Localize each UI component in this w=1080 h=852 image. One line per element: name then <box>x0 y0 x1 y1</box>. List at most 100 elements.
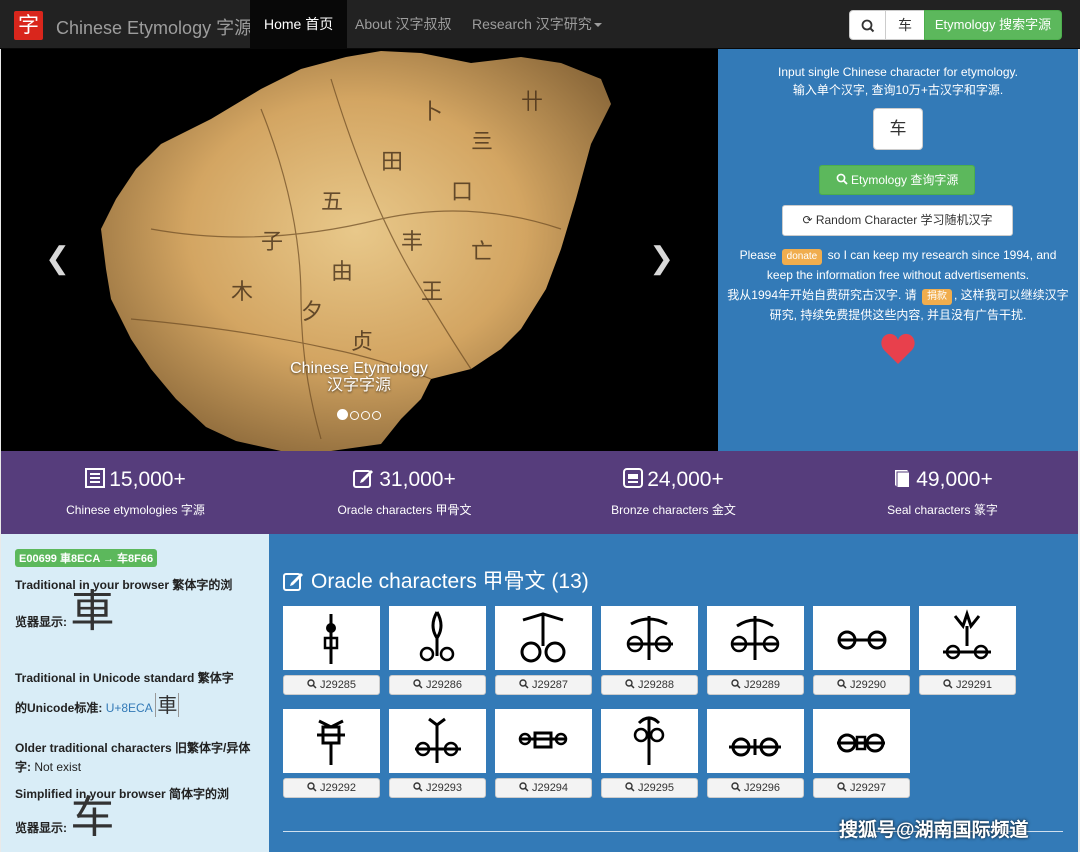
oracle-lookup-button[interactable]: J29294 <box>495 778 592 798</box>
oracle-glyph-image[interactable] <box>495 606 592 670</box>
stat-seal-label: Seal characters 篆字 <box>887 503 998 517</box>
oracle-card[interactable]: J29290 <box>813 606 910 695</box>
site-brand[interactable]: Chinese Etymology 字源 <box>56 14 252 40</box>
search-intro-cn: 输入单个汉字, 查询10万+古汉字和字源. <box>792 83 1004 97</box>
etymology-query-button[interactable]: Etymology 查询字源 <box>819 165 975 195</box>
stat-bronze-label: Bronze characters 金文 <box>611 503 736 517</box>
svg-text:五: 五 <box>321 190 343 215</box>
trad-unicode-label: Traditional in Unicode standard 繁体字 <box>15 671 234 685</box>
oracle-lookup-button[interactable]: J29290 <box>813 675 910 695</box>
character-input[interactable]: 车 <box>873 108 923 150</box>
oracle-card[interactable]: J29297 <box>813 709 910 798</box>
character-code-badge: E00699 車8ECA → 车8F66 <box>15 549 158 567</box>
oracle-id: J29292 <box>319 782 357 794</box>
oracle-card[interactable]: J29292 <box>283 709 380 798</box>
carousel-next-icon[interactable]: ❯ <box>649 241 674 276</box>
watermark: 搜狐号@湖南国际频道 <box>839 820 1029 841</box>
nav-research-label: Research 汉字研究 <box>472 16 592 32</box>
oracle-card[interactable]: J29296 <box>707 709 804 798</box>
oracle-lookup-button[interactable]: J29287 <box>495 675 592 695</box>
oracle-card[interactable]: J29288 <box>601 606 698 695</box>
oracle-glyph-image[interactable] <box>283 606 380 670</box>
stat-bronze: 24,000+ Bronze characters 金文 <box>539 451 808 518</box>
oracle-card[interactable]: J29293 <box>389 709 486 798</box>
oracle-id: J29290 <box>849 679 887 691</box>
search-icon <box>836 173 848 185</box>
oracle-card[interactable]: J29285 <box>283 606 380 695</box>
carousel-dot[interactable] <box>350 411 359 420</box>
svg-text:亖: 亖 <box>471 130 493 155</box>
stat-oracle-number: 31,000+ <box>379 468 456 491</box>
oracle-glyph-image[interactable] <box>813 606 910 670</box>
simplified-character: 车 <box>70 792 115 843</box>
oracle-lookup-button[interactable]: J29292 <box>283 778 380 798</box>
donate-message: Please donate so I can keep my research … <box>726 245 1070 325</box>
donate-text-pre: Please <box>739 248 777 262</box>
oracle-lookup-button[interactable]: J29293 <box>389 778 486 798</box>
oracle-glyph-image[interactable] <box>389 606 486 670</box>
svg-text:田: 田 <box>381 150 403 175</box>
unicode-link[interactable]: U+8ECA <box>106 701 152 715</box>
search-icon <box>837 679 847 689</box>
oracle-glyph-image[interactable] <box>813 709 910 773</box>
carousel-dot[interactable] <box>337 409 348 420</box>
random-character-label: Random Character 学习随机汉字 <box>815 213 993 227</box>
oracle-lookup-button[interactable]: J29296 <box>707 778 804 798</box>
oracle-lookup-button[interactable]: J29285 <box>283 675 380 695</box>
oracle-glyph-image[interactable] <box>707 606 804 670</box>
oracle-glyph-image[interactable] <box>601 709 698 773</box>
carousel-prev-icon[interactable]: ❮ <box>45 241 70 276</box>
search-icon <box>307 679 317 689</box>
svg-text:亡: 亡 <box>471 240 493 265</box>
oracle-lookup-button[interactable]: J29291 <box>919 675 1016 695</box>
oracle-glyph-image[interactable] <box>707 709 804 773</box>
oracle-id: J29294 <box>531 782 569 794</box>
stats-bar: 15,000+ Chinese etymologies 字源 31,000+ O… <box>1 451 1078 534</box>
svg-text:口: 口 <box>451 180 473 205</box>
svg-text:夕: 夕 <box>301 300 323 325</box>
oracle-card[interactable]: J29295 <box>601 709 698 798</box>
oracle-lookup-button[interactable]: J29295 <box>601 778 698 798</box>
svg-text:由: 由 <box>331 260 353 285</box>
svg-text:丰: 丰 <box>401 230 423 255</box>
nav-about[interactable]: About 汉字叔叔 <box>341 0 465 49</box>
svg-text:王: 王 <box>421 280 443 305</box>
nav-research[interactable]: Research 汉字研究 <box>458 0 616 49</box>
refresh-icon: ⟳ <box>802 213 813 227</box>
oracle-card[interactable]: J29294 <box>495 709 592 798</box>
oracle-card[interactable]: J29289 <box>707 606 804 695</box>
oracle-lookup-button[interactable]: J29288 <box>601 675 698 695</box>
nav-etymology-button[interactable]: Etymology 搜索字源 <box>924 10 1062 40</box>
simplified-label-cont: 览器显示: <box>15 821 67 835</box>
oracle-card[interactable]: J29287 <box>495 606 592 695</box>
nav-search-input[interactable]: 车 <box>885 10 925 40</box>
site-logo[interactable]: 字 <box>14 11 43 40</box>
donate-button[interactable]: donate <box>781 249 823 265</box>
edit-icon <box>283 573 303 591</box>
nav-home[interactable]: Home 首页 <box>250 0 348 49</box>
search-button[interactable] <box>849 10 886 40</box>
oracle-glyph-image[interactable] <box>283 709 380 773</box>
stat-oracle: 31,000+ Oracle characters 甲骨文 <box>270 451 539 518</box>
oracle-id: J29293 <box>425 782 463 794</box>
oracle-card[interactable]: J29286 <box>389 606 486 695</box>
random-character-button[interactable]: ⟳ Random Character 学习随机汉字 <box>782 205 1013 236</box>
oracle-lookup-button[interactable]: J29297 <box>813 778 910 798</box>
bronze-icon <box>623 468 644 488</box>
oracle-glyph-image[interactable] <box>495 709 592 773</box>
oracle-lookup-button[interactable]: J29286 <box>389 675 486 695</box>
carousel: 卜亖 卄 田口 五 丰 子由 木夕贞 王 亡 ❮ ❯ Chinese Etymology… <box>1 49 718 451</box>
oracle-card[interactable]: J29291 <box>919 606 1016 695</box>
oracle-glyph-image[interactable] <box>601 606 698 670</box>
oracle-id: J29291 <box>955 679 993 691</box>
carousel-dot[interactable] <box>372 411 381 420</box>
heart-icon[interactable] <box>880 332 916 366</box>
donate-text-cn-pre: 我从1994年开始自费研究古汉字. 请 <box>727 288 917 302</box>
oracle-glyph-image[interactable] <box>919 606 1016 670</box>
oracle-lookup-button[interactable]: J29289 <box>707 675 804 695</box>
carousel-dot[interactable] <box>361 411 370 420</box>
oracle-id: J29287 <box>531 679 569 691</box>
oracle-glyph-image[interactable] <box>389 709 486 773</box>
oracle-id: J29286 <box>425 679 463 691</box>
donate-cn-button[interactable]: 捐款 <box>922 289 953 305</box>
